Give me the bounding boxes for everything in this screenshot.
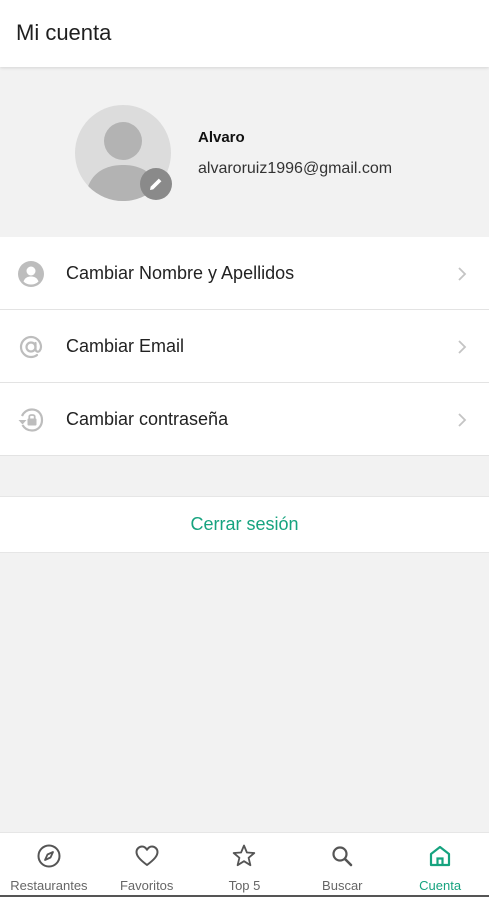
menu-item-label: Cambiar Nombre y Apellidos	[66, 263, 295, 283]
bottom-tab-bar: Restaurantes Favoritos Top 5 Buscar Cuen…	[0, 832, 489, 897]
tab-buscar[interactable]: Buscar	[293, 833, 391, 897]
tab-restaurantes[interactable]: Restaurantes	[0, 833, 98, 897]
edit-avatar-button[interactable]	[140, 168, 172, 200]
tab-label: Restaurantes	[10, 878, 88, 893]
lock-reset-icon	[18, 408, 44, 432]
tab-label: Favoritos	[119, 878, 174, 893]
heart-icon	[135, 845, 159, 866]
menu-item-change-email[interactable]: Cambiar Email	[0, 310, 489, 383]
chevron-right-icon	[458, 413, 467, 427]
compass-icon	[37, 844, 61, 868]
tab-label: Buscar	[322, 878, 363, 893]
tab-top5[interactable]: Top 5	[196, 833, 294, 897]
tab-favoritos[interactable]: Favoritos	[98, 833, 196, 897]
star-icon	[233, 844, 256, 867]
search-icon	[332, 846, 353, 867]
at-sign-icon	[19, 335, 43, 359]
tab-cuenta[interactable]: Cuenta	[391, 833, 489, 897]
app-header: Mi cuenta	[0, 0, 489, 67]
tab-label: Top 5	[228, 878, 261, 893]
chevron-right-icon	[458, 340, 467, 354]
profile-name: Alvaro	[198, 129, 245, 146]
account-menu: Cambiar Nombre y Apellidos Cambiar Email…	[0, 237, 489, 456]
profile-section: Alvaro alvaroruiz1996@gmail.com	[0, 67, 489, 237]
pencil-icon	[150, 178, 162, 190]
profile-email: alvaroruiz1996@gmail.com	[198, 160, 393, 177]
menu-item-change-password[interactable]: Cambiar contraseña	[0, 383, 489, 456]
user-circle-icon	[18, 261, 44, 287]
menu-item-label: Cambiar Email	[66, 336, 185, 356]
tab-label: Cuenta	[419, 878, 462, 893]
home-icon	[429, 845, 451, 867]
chevron-right-icon	[458, 267, 467, 281]
menu-item-label: Cambiar contraseña	[66, 409, 229, 429]
logout-button[interactable]: Cerrar sesión	[0, 496, 489, 553]
menu-item-change-name[interactable]: Cambiar Nombre y Apellidos	[0, 237, 489, 310]
page-title: Mi cuenta	[16, 20, 112, 45]
